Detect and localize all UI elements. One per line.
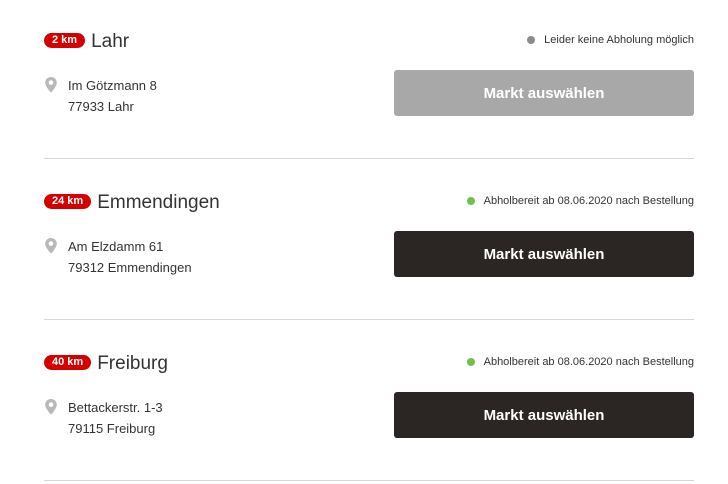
address-zip-city: 79312 Emmendingen: [68, 260, 192, 275]
pickup-status-text: Leider keine Abholung möglich: [544, 34, 694, 46]
pickup-status: Abholbereit ab 08.06.2020 nach Bestellun…: [466, 356, 694, 368]
store-header: 24 km Emmendingen: [44, 189, 220, 217]
location-pin-icon: [45, 238, 57, 254]
store-item: 2 km Lahr Leider keine Abholung möglich …: [44, 0, 694, 161]
address-street: Bettackerstr. 1-3: [68, 400, 163, 415]
store-header: 40 km Freiburg: [44, 350, 168, 378]
status-dot-icon: [466, 197, 475, 205]
status-dot-icon: [527, 36, 536, 44]
store-city: Emmendingen: [97, 192, 220, 213]
status-dot-icon: [466, 358, 475, 366]
store-list: 2 km Lahr Leider keine Abholung möglich …: [0, 0, 728, 484]
location-pin-icon: [45, 77, 57, 93]
distance-badge: 40 km: [44, 354, 92, 370]
store-address: Bettackerstr. 1-3 79115 Freiburg: [44, 397, 163, 439]
divider: [44, 158, 694, 159]
pickup-status-text: Abholbereit ab 08.06.2020 nach Bestellun…: [483, 195, 694, 207]
select-market-button[interactable]: Markt auswählen: [394, 231, 694, 277]
divider: [44, 480, 694, 481]
address-zip-city: 77933 Lahr: [68, 99, 134, 114]
pickup-status-text: Abholbereit ab 08.06.2020 nach Bestellun…: [483, 356, 694, 368]
store-address: Am Elzdamm 61 79312 Emmendingen: [44, 236, 192, 278]
pickup-status: Abholbereit ab 08.06.2020 nach Bestellun…: [466, 195, 694, 207]
store-city: Lahr: [91, 31, 130, 52]
select-market-button: Markt auswählen: [394, 70, 694, 116]
address-zip-city: 79115 Freiburg: [68, 421, 156, 436]
select-market-button[interactable]: Markt auswählen: [394, 392, 694, 438]
distance-badge: 24 km: [44, 193, 92, 209]
address-street: Am Elzdamm 61: [68, 239, 164, 254]
store-item: 24 km Emmendingen Abholbereit ab 08.06.2…: [44, 161, 694, 322]
location-pin-icon: [45, 399, 57, 415]
store-address: Im Götzmann 8 77933 Lahr: [44, 75, 157, 117]
pickup-status: Leider keine Abholung möglich: [527, 34, 694, 46]
divider: [44, 319, 694, 320]
store-item: 40 km Freiburg Abholbereit ab 08.06.2020…: [44, 322, 694, 483]
store-header: 2 km Lahr: [44, 28, 129, 56]
address-street: Im Götzmann 8: [68, 78, 157, 93]
distance-badge: 2 km: [44, 32, 86, 48]
store-city: Freiburg: [97, 353, 168, 374]
